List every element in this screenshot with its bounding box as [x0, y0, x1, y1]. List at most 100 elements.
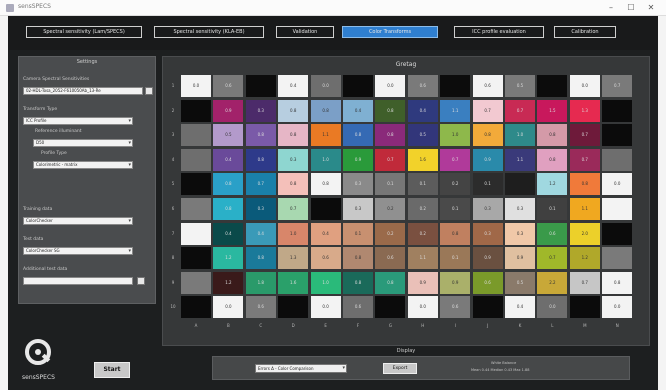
- training-select[interactable]: ColorChecker ▾: [23, 217, 133, 225]
- color-patch: 2.2: [537, 271, 568, 294]
- color-patch: 0.3: [278, 148, 309, 171]
- window-title: sensSPECS: [18, 3, 51, 10]
- additional-browse-button[interactable]: [137, 277, 145, 285]
- profile-type-value: Colorimetric - matrix: [36, 162, 78, 167]
- row-label: 9: [171, 279, 175, 285]
- column-label: M: [583, 323, 587, 328]
- column-label: N: [615, 323, 619, 328]
- tab-validation[interactable]: Validation: [276, 26, 334, 38]
- training-value: ColorChecker: [26, 218, 53, 223]
- color-patch: 1.3: [278, 247, 309, 270]
- color-patch: 0.2: [407, 222, 438, 245]
- color-patch: [181, 148, 211, 171]
- column-label: C: [259, 323, 263, 328]
- profile-type-select[interactable]: Colorimetric - matrix ▾: [33, 161, 133, 169]
- test-select[interactable]: ColorChecker SG ▾: [23, 247, 133, 255]
- column-label: I: [454, 323, 456, 328]
- additional-label: Additional test data: [23, 267, 68, 272]
- tab-spectral-kla[interactable]: Spectral sensitivity (KLA-EB): [154, 26, 264, 38]
- column-label: D: [291, 323, 295, 328]
- column-label: G: [388, 323, 392, 328]
- ref-illuminant-value: D50: [36, 140, 45, 145]
- maximize-button[interactable]: ☐: [624, 2, 638, 13]
- transform-select[interactable]: ICC Profile ▾: [23, 117, 133, 125]
- color-patch: 0.0: [569, 75, 600, 97]
- column-label: J: [487, 323, 489, 328]
- error-view-select[interactable]: Errors Δ - Color Comparison ▾: [255, 364, 347, 373]
- color-patch: 0.6: [375, 247, 406, 270]
- title-bar: sensSPECS – ☐ ✕: [0, 0, 666, 16]
- settings-panel: Settings Camera Spectral Sensitivities 0…: [18, 56, 156, 304]
- ref-illuminant-select[interactable]: D50 ▾: [33, 139, 133, 147]
- senspecs-logo-icon: [25, 339, 51, 365]
- color-patch: 0.1: [375, 173, 406, 196]
- color-patch: 1.5: [537, 99, 568, 122]
- tab-calibration[interactable]: Calibration: [554, 26, 616, 38]
- close-button[interactable]: ✕: [644, 2, 658, 13]
- color-patch: 0.5: [505, 271, 535, 294]
- color-patch: [602, 198, 633, 220]
- color-patch: 0.8: [343, 124, 373, 147]
- row-label: 5: [171, 181, 175, 187]
- color-patch: [505, 173, 535, 196]
- additional-field[interactable]: [23, 277, 133, 285]
- color-patch: 0.8: [537, 124, 568, 147]
- color-patch: [440, 75, 471, 97]
- color-patch: [602, 124, 633, 147]
- chevron-down-icon: ▾: [128, 162, 131, 168]
- color-patch: 0.6: [537, 222, 568, 245]
- color-patch: 0.7: [569, 148, 600, 171]
- color-patch: 0.1: [472, 173, 503, 196]
- color-patch: 0.2: [375, 198, 406, 220]
- color-patch: 0.0: [310, 75, 341, 97]
- training-label: Training data: [23, 207, 53, 212]
- minimize-button[interactable]: –: [604, 2, 618, 13]
- color-patch: 0.4: [278, 75, 309, 97]
- chevron-down-icon: ▾: [128, 118, 131, 124]
- transform-label: Transform Type: [23, 107, 58, 112]
- color-patch: 0.3: [505, 222, 535, 245]
- color-patch: 0.9: [407, 271, 438, 294]
- start-button[interactable]: Start: [94, 362, 130, 378]
- color-patch: 0.7: [537, 247, 568, 270]
- row-label: 10: [170, 304, 176, 310]
- test-value: ColorChecker SG: [26, 248, 60, 253]
- color-patch: 0.4: [310, 222, 341, 245]
- color-patch: 0.8: [278, 124, 309, 147]
- color-patch: [310, 198, 341, 220]
- color-patch: 0.6: [472, 271, 503, 294]
- spectral-field[interactable]: 02-HDL-Tosa_2052-F610050Ab_13-Re: [23, 87, 143, 95]
- color-patch: 0.7: [505, 99, 535, 122]
- color-patch: 0.8: [343, 247, 373, 270]
- chevron-down-icon: ▾: [128, 218, 131, 224]
- color-patch: 0.7: [278, 198, 309, 220]
- color-patch: 1.1: [505, 148, 535, 171]
- color-patch: 0.2: [407, 198, 438, 220]
- color-patch: 0.8: [472, 124, 503, 147]
- column-label: H: [421, 323, 425, 328]
- bottom-bar: Errors Δ - Color Comparison ▾ Export Whit…: [212, 356, 630, 380]
- tab-icc-profile[interactable]: ICC profile evaluation: [454, 26, 544, 38]
- color-patch: 1.1: [407, 247, 438, 270]
- tab-color-transforms[interactable]: Color Transforms: [342, 26, 438, 38]
- color-patch: 0.3: [472, 222, 503, 245]
- color-patch: 1.2: [213, 271, 244, 294]
- color-patch: 0.8: [213, 198, 244, 220]
- tab-spectral-lam[interactable]: Spectral sensitivity (Lam/SPECS): [26, 26, 142, 38]
- chart-panel: Gretag 1 0.0 0.6 0.4 0.0 0.0 0.6 0.6 0.5 0.0 0.7 2 0…: [162, 56, 650, 346]
- color-patch: 0.6: [440, 296, 471, 319]
- color-patch: 0.4: [213, 222, 244, 245]
- color-patch: 0.8: [602, 271, 633, 294]
- chevron-down-icon: ▾: [342, 365, 345, 371]
- color-patch: 0.4: [343, 99, 373, 122]
- color-patch: [278, 296, 309, 319]
- color-patch: 1.6: [278, 271, 309, 294]
- color-patch: 0.1: [537, 198, 568, 220]
- color-patch: [181, 124, 211, 147]
- color-patch: 0.2: [375, 222, 406, 245]
- color-patch: 0.8: [569, 173, 600, 196]
- color-patch: 0.0: [407, 296, 438, 319]
- color-patch: 0.7: [472, 99, 503, 122]
- export-button[interactable]: Export: [383, 363, 417, 374]
- browse-button[interactable]: [145, 87, 153, 95]
